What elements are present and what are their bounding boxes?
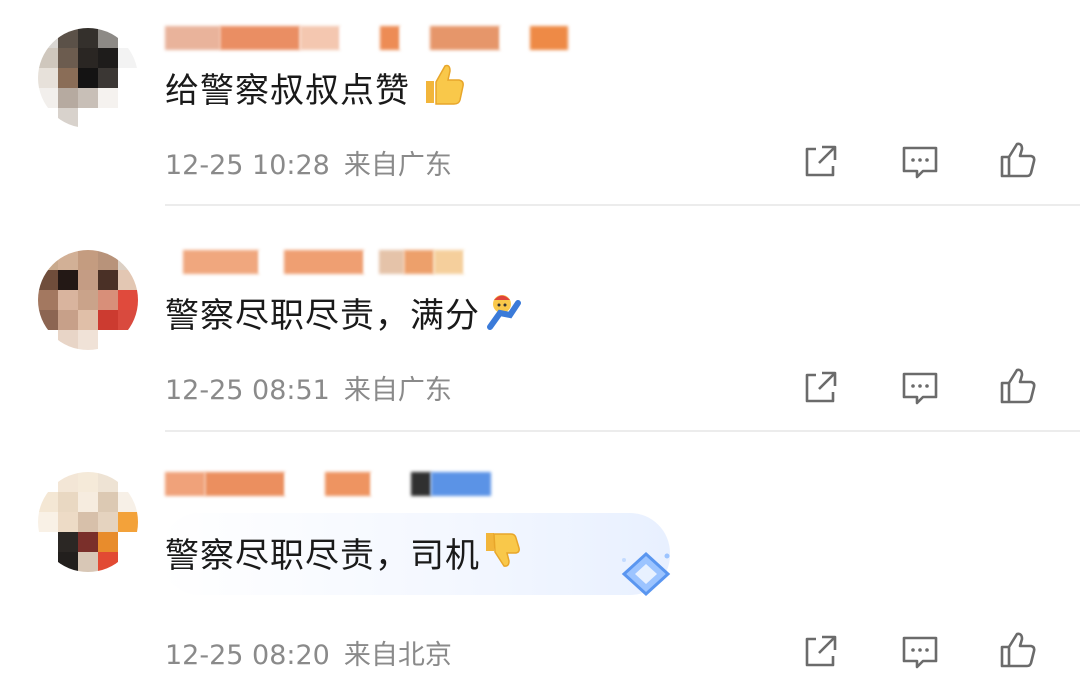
reply-button[interactable] <box>900 632 940 672</box>
avatar[interactable] <box>38 250 138 350</box>
comment-text: 给警察叔叔点赞 <box>165 62 466 115</box>
share-button[interactable] <box>800 142 840 182</box>
share-button[interactable] <box>800 632 840 672</box>
username-redacted[interactable] <box>165 250 504 274</box>
comment-text: 警察尽职尽责，司机 <box>165 528 522 580</box>
share-button[interactable] <box>800 368 840 408</box>
location: 来自广东 <box>343 150 452 181</box>
share-icon <box>805 635 837 667</box>
avatar[interactable] <box>38 28 138 128</box>
comment-meta: 12-25 08:51 来自广东 <box>165 368 466 407</box>
username-redacted[interactable] <box>165 26 568 50</box>
reply-button[interactable] <box>900 142 940 182</box>
like-button[interactable] <box>998 630 1038 670</box>
thumbs-up-emoji <box>420 62 466 115</box>
comment-icon <box>902 146 938 179</box>
divider <box>165 430 1080 432</box>
location: 来自北京 <box>343 640 452 671</box>
username-redacted[interactable] <box>165 472 491 496</box>
share-icon <box>805 371 837 403</box>
location: 来自广东 <box>343 375 452 406</box>
comment-text: 警察尽职尽责，满分 <box>165 288 522 340</box>
diamond-badge-icon <box>618 550 674 604</box>
share-icon <box>805 145 837 177</box>
like-icon <box>1000 142 1036 178</box>
like-button[interactable] <box>998 140 1038 180</box>
thumbs-down-emoji <box>482 531 522 580</box>
divider <box>165 204 1080 206</box>
timestamp: 12-25 08:51 <box>165 375 330 406</box>
cheer-emoji <box>482 291 522 340</box>
comment-icon <box>902 636 938 669</box>
avatar[interactable] <box>38 472 138 572</box>
comment-meta: 12-25 10:28 来自广东 <box>165 143 466 182</box>
timestamp: 12-25 10:28 <box>165 150 330 181</box>
like-icon <box>1000 632 1036 668</box>
reply-button[interactable] <box>900 368 940 408</box>
comment-icon <box>902 372 938 405</box>
comment-meta: 12-25 08:20 来自北京 <box>165 633 466 672</box>
like-icon <box>1000 368 1036 404</box>
timestamp: 12-25 08:20 <box>165 640 330 671</box>
like-button[interactable] <box>998 366 1038 406</box>
